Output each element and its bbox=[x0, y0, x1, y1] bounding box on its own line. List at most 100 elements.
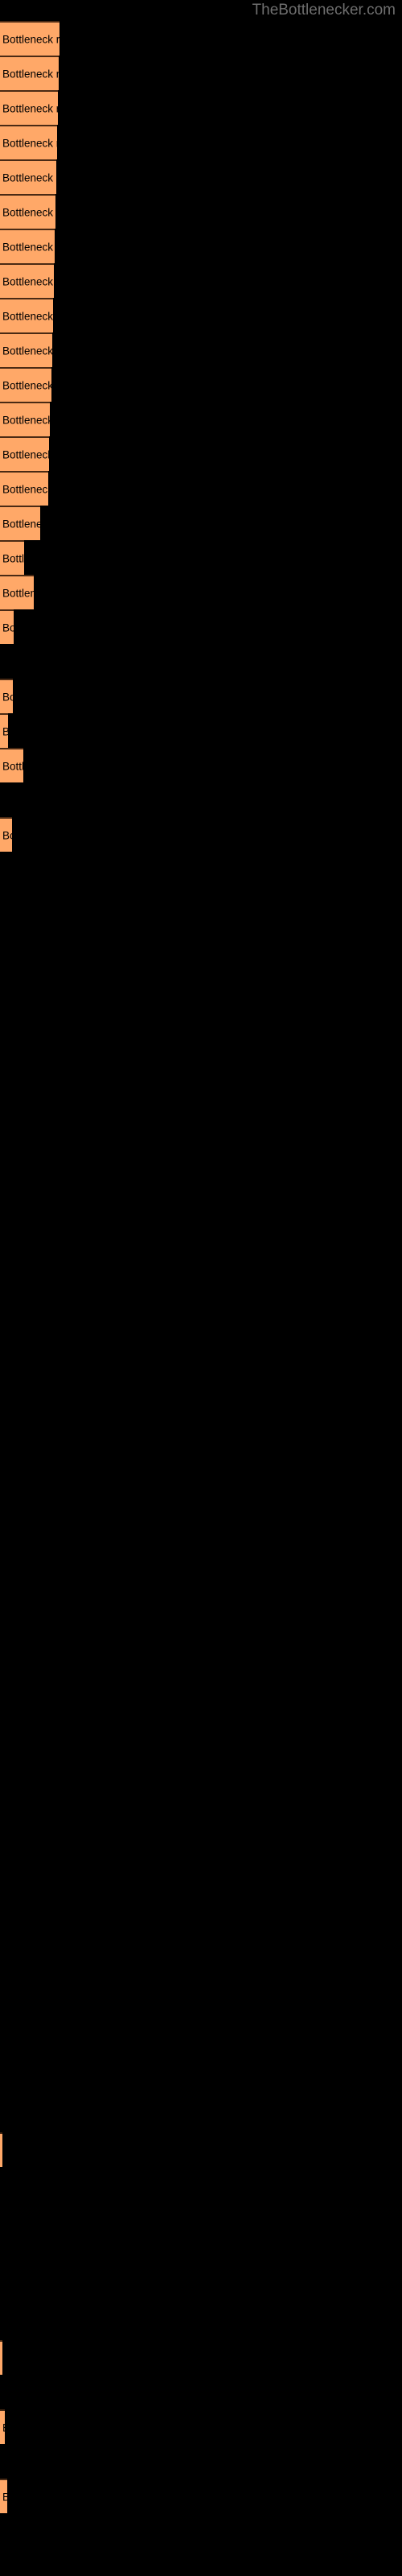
bar-row bbox=[0, 1336, 402, 1371]
bar-row: Bottleneck result bbox=[0, 298, 402, 332]
bar-row bbox=[0, 852, 402, 886]
bar: Bottleneck result bbox=[0, 748, 23, 782]
bar-row: Bottleneck result bbox=[0, 21, 402, 56]
bar-row bbox=[0, 956, 402, 990]
bar-row bbox=[0, 1648, 402, 1682]
bar: Bottleneck result bbox=[0, 332, 52, 367]
bar-label: Bottleneck result bbox=[2, 2422, 5, 2434]
bar-row bbox=[0, 2271, 402, 2306]
bar-row bbox=[0, 1786, 402, 1821]
bar: Bottleneck result bbox=[0, 21, 59, 56]
bar-row bbox=[0, 1925, 402, 1959]
bar-row bbox=[0, 2513, 402, 2548]
bar-row bbox=[0, 2236, 402, 2271]
bar-row bbox=[0, 1579, 402, 1613]
bar-label: Bottleneck result bbox=[2, 448, 49, 460]
bar-row: Bottleneck result bbox=[0, 332, 402, 367]
bar-row bbox=[0, 1994, 402, 2029]
bar: Bottleneck result bbox=[0, 575, 34, 609]
bar-label: Bottleneck result bbox=[2, 621, 14, 634]
bar: Bottleneck result bbox=[0, 2132, 2, 2167]
bar-row bbox=[0, 1371, 402, 1406]
bar-row bbox=[0, 1267, 402, 1302]
bar: Bottleneck result bbox=[0, 2340, 2, 2375]
bar-row bbox=[0, 1406, 402, 1440]
bar-row: Bottleneck result bbox=[0, 159, 402, 194]
bar-label: Bottleneck result bbox=[2, 828, 12, 841]
bar: Bottleneck result bbox=[0, 2479, 7, 2513]
bar-label: Bottleneck result bbox=[2, 32, 59, 45]
bar-row: Bottleneck result bbox=[0, 56, 402, 90]
bar-row bbox=[0, 1302, 402, 1336]
bar-row: Bottleneck result bbox=[0, 263, 402, 298]
bar-row bbox=[0, 2444, 402, 2479]
bar-row: Bottleneck result bbox=[0, 506, 402, 540]
bar-row bbox=[0, 2098, 402, 2132]
bar-row: Bottleneck result bbox=[0, 713, 402, 748]
bar-row bbox=[0, 644, 402, 679]
bar-label: Bottleneck result bbox=[2, 726, 8, 737]
bar-row bbox=[0, 1232, 402, 1267]
bar-row: Bottleneck result bbox=[0, 540, 402, 575]
bar-row: Bottleneck result bbox=[0, 748, 402, 782]
bar: Bottleneck result bbox=[0, 436, 49, 471]
bar: Bottleneck result bbox=[0, 506, 40, 540]
bar-row bbox=[0, 1059, 402, 1094]
bar-row: Bottleneck result bbox=[0, 402, 402, 436]
bar-row bbox=[0, 1163, 402, 1198]
bar-label: Bottleneck result bbox=[2, 275, 54, 287]
bar: Bottleneck result bbox=[0, 609, 14, 644]
bar-label: Bottleneck result bbox=[2, 551, 24, 564]
bar-label: Bottleneck result bbox=[2, 205, 55, 218]
bar-row bbox=[0, 1821, 402, 1856]
bar-row: Bottleneck result bbox=[0, 2132, 402, 2167]
bar-row: Bottleneck result bbox=[0, 2409, 402, 2444]
bar-row: Bottleneck result bbox=[0, 575, 402, 609]
bar-row bbox=[0, 1440, 402, 1475]
bar-row bbox=[0, 1025, 402, 1059]
bar-row: Bottleneck result bbox=[0, 436, 402, 471]
bar-row bbox=[0, 1890, 402, 1925]
bar-label: Bottleneck result bbox=[2, 2491, 7, 2503]
bar-row: Bottleneck result bbox=[0, 367, 402, 402]
bar-label: Bottleneck result bbox=[2, 690, 13, 703]
bar-row bbox=[0, 1129, 402, 1163]
bar: Bottleneck result bbox=[0, 125, 57, 159]
bar-row bbox=[0, 1856, 402, 1890]
bar: Bottleneck result bbox=[0, 263, 54, 298]
bar-row bbox=[0, 1752, 402, 1786]
bar-row: Bottleneck result bbox=[0, 2479, 402, 2513]
bar-row: Bottleneck result bbox=[0, 2340, 402, 2375]
bar: Bottleneck result bbox=[0, 817, 12, 852]
bar: Bottleneck result bbox=[0, 402, 50, 436]
bar-label: Bottleneck result bbox=[2, 586, 34, 599]
bar-row: Bottleneck result bbox=[0, 609, 402, 644]
bar-label: Bottleneck result bbox=[2, 101, 58, 114]
bar-row bbox=[0, 2167, 402, 2202]
bar: Bottleneck result bbox=[0, 540, 24, 575]
bar-label: Bottleneck result bbox=[2, 171, 56, 184]
bar-label: Bottleneck result bbox=[2, 344, 52, 357]
bar: Bottleneck result bbox=[0, 471, 48, 506]
bar: Bottleneck result bbox=[0, 679, 13, 713]
bar-label: Bottleneck result bbox=[2, 517, 40, 530]
bar-row: Bottleneck result bbox=[0, 471, 402, 506]
bar-row: Bottleneck result bbox=[0, 90, 402, 125]
bar-label: Bottleneck result bbox=[2, 759, 23, 772]
bar-row bbox=[0, 921, 402, 956]
bar-row bbox=[0, 2306, 402, 2340]
bar-label: Bottleneck result bbox=[2, 378, 51, 391]
bar: Bottleneck result bbox=[0, 2409, 5, 2444]
bar-label: Bottleneck result bbox=[2, 67, 59, 80]
bar-row bbox=[0, 2029, 402, 2063]
bar-label: Bottleneck result bbox=[2, 136, 57, 149]
bar-row bbox=[0, 1094, 402, 1129]
bottleneck-bar-chart: Bottleneck result Bottleneck result Bottle… bbox=[0, 0, 402, 2576]
bar-row bbox=[0, 2202, 402, 2236]
bar-row: Bottleneck result bbox=[0, 817, 402, 852]
bar-label: Bottleneck result bbox=[2, 413, 50, 426]
bar-row: Bottleneck result bbox=[0, 229, 402, 263]
bar-row bbox=[0, 2375, 402, 2409]
bar-row: Bottleneck result bbox=[0, 679, 402, 713]
bar-row bbox=[0, 1509, 402, 1544]
